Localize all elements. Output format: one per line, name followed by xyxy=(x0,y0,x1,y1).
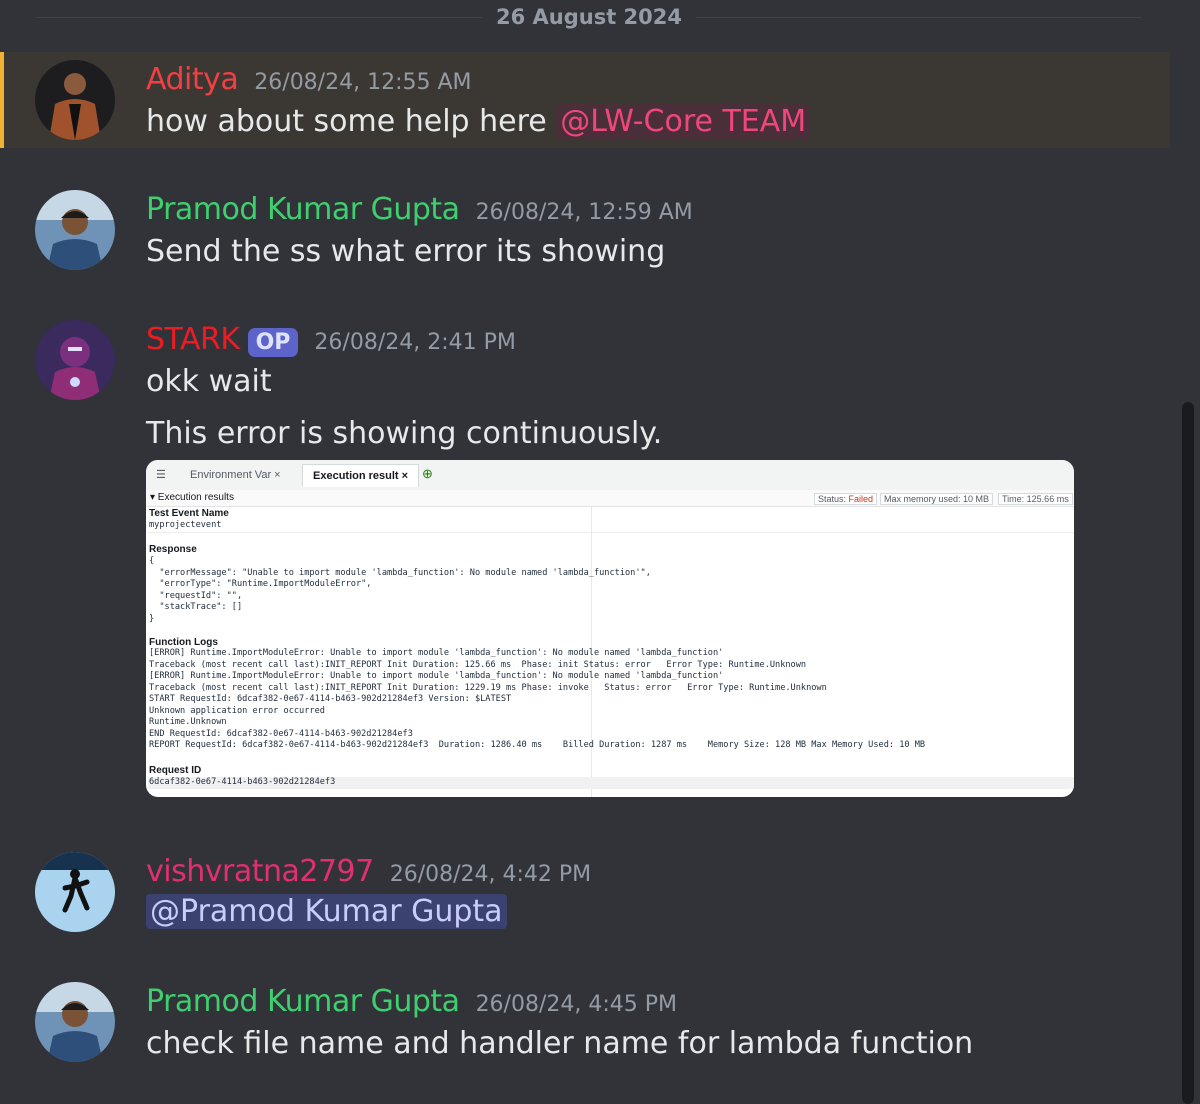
log-line: [ERROR] Runtime.ImportModuleError: Unabl… xyxy=(149,648,724,658)
image-attachment[interactable]: ☰ Environment Var × Execution result × ⊕… xyxy=(146,460,1074,797)
date-label: 26 August 2024 xyxy=(495,5,683,29)
time-chip: Time: 125.66 ms xyxy=(998,493,1073,505)
log-line: Traceback (most recent call last):INIT_R… xyxy=(149,682,827,693)
message-content: how about some help here @LW-Core TEAM xyxy=(146,104,811,139)
request-id-label: Request ID xyxy=(149,765,202,776)
username[interactable]: Aditya xyxy=(146,62,239,97)
log-line: START RequestId: 6dcaf382-0e67-4114-b463… xyxy=(149,694,512,704)
message-header: vishvratna2797 26/08/24, 4:42 PM xyxy=(146,854,591,889)
message-text: check file name and handler name for lam… xyxy=(146,1026,974,1061)
attachment-tab-environment: Environment Var × xyxy=(190,469,281,481)
timestamp: 26/08/24, 2:41 PM xyxy=(314,330,516,355)
message-content: This error is showing continuously. xyxy=(146,416,662,451)
panel-icon: ☰ xyxy=(156,469,166,481)
message-content: Send the ss what error its showing xyxy=(146,234,665,269)
message-aditya[interactable]: Aditya 26/08/24, 12:55 AM how about some… xyxy=(0,52,1170,148)
username[interactable]: STARK xyxy=(146,322,240,357)
status-chip: Status: Failed xyxy=(814,493,878,505)
message-header: STARK OP 26/08/24, 2:41 PM xyxy=(146,322,516,357)
status-value: Failed xyxy=(848,494,874,504)
attachment-tab-bar: ☰ Environment Var × Execution result × ⊕ xyxy=(146,460,1074,491)
divider-line xyxy=(36,16,482,18)
message-text: Send the ss what error its showing xyxy=(146,234,666,269)
attachment-body: Test Event Name myprojectevent Response … xyxy=(148,507,1074,797)
attachment-tab-execution: Execution result × xyxy=(302,464,420,487)
results-heading: ▾ Execution results xyxy=(150,492,234,503)
username[interactable]: Pramod Kumar Gupta xyxy=(146,192,460,227)
username[interactable]: Pramod Kumar Gupta xyxy=(146,984,460,1019)
message-pramod-2[interactable]: Pramod Kumar Gupta 26/08/24, 4:45 PM che… xyxy=(0,970,1170,1070)
response-line: "stackTrace": [] xyxy=(149,602,243,612)
memory-chip: Max memory used: 10 MB xyxy=(880,493,994,505)
status-label: Status: xyxy=(818,494,847,504)
timestamp: 26/08/24, 12:55 AM xyxy=(254,70,472,95)
response-label: Response xyxy=(149,544,197,555)
timestamp: 26/08/24, 12:59 AM xyxy=(475,200,693,225)
message-pramod-1[interactable]: Pramod Kumar Gupta 26/08/24, 12:59 AM Se… xyxy=(0,178,1170,278)
message-header: Pramod Kumar Gupta 26/08/24, 4:45 PM xyxy=(146,984,677,1019)
avatar[interactable] xyxy=(35,982,115,1062)
avatar[interactable] xyxy=(35,320,115,400)
timestamp: 26/08/24, 4:45 PM xyxy=(475,992,677,1017)
message-content: check file name and handler name for lam… xyxy=(146,1026,973,1061)
request-id-value: 6dcaf382-0e67-4114-b463-902d21284ef3 xyxy=(149,777,336,787)
function-logs-label: Function Logs xyxy=(149,637,218,648)
message-content: @Pramod Kumar Gupta xyxy=(146,894,507,929)
username[interactable]: vishvratna2797 xyxy=(146,854,374,889)
date-divider: 26 August 2024 xyxy=(0,0,1170,34)
op-badge: OP xyxy=(247,328,299,357)
avatar[interactable] xyxy=(35,60,115,140)
message-text: how about some help here xyxy=(146,104,547,139)
message-header: Aditya 26/08/24, 12:55 AM xyxy=(146,62,472,97)
attachment-results-bar: ▾ Execution results Status: Failed Max m… xyxy=(146,490,1074,507)
message-content: okk wait xyxy=(146,364,272,399)
message-header: Pramod Kumar Gupta 26/08/24, 12:59 AM xyxy=(146,192,693,227)
row-divider xyxy=(148,532,1074,533)
log-line: REPORT RequestId: 6dcaf382-0e67-4114-b46… xyxy=(149,740,926,750)
log-line: Unknown application error occurred xyxy=(149,705,325,716)
response-line: } xyxy=(149,613,155,624)
scrollbar[interactable] xyxy=(1182,402,1194,1104)
response-line: "requestId": "", xyxy=(149,590,243,601)
test-event-label: Test Event Name xyxy=(149,508,229,519)
log-line: [ERROR] Runtime.ImportModuleError: Unabl… xyxy=(149,671,724,681)
add-tab-icon: ⊕ xyxy=(422,466,433,481)
user-mention[interactable]: @Pramod Kumar Gupta xyxy=(146,894,507,929)
response-line: "errorType": "Runtime.ImportModuleError"… xyxy=(149,579,372,589)
message-vishvratna[interactable]: vishvratna2797 26/08/24, 4:42 PM @Pramod… xyxy=(0,840,1170,940)
divider-line xyxy=(696,16,1142,18)
response-line: { xyxy=(149,556,155,566)
timestamp: 26/08/24, 4:42 PM xyxy=(389,862,592,887)
test-event-value: myprojectevent xyxy=(149,520,222,530)
role-mention[interactable]: @LW-Core TEAM xyxy=(556,104,811,139)
avatar[interactable] xyxy=(35,190,115,270)
message-text: This error is showing continuously. xyxy=(146,416,663,451)
log-line: END RequestId: 6dcaf382-0e67-4114-b463-9… xyxy=(149,728,413,739)
message-text: okk wait xyxy=(146,364,272,399)
response-line: "errorMessage": "Unable to import module… xyxy=(149,567,651,578)
avatar[interactable] xyxy=(35,852,115,932)
log-line: Traceback (most recent call last):INIT_R… xyxy=(149,659,807,670)
log-line: Runtime.Unknown xyxy=(149,717,227,727)
